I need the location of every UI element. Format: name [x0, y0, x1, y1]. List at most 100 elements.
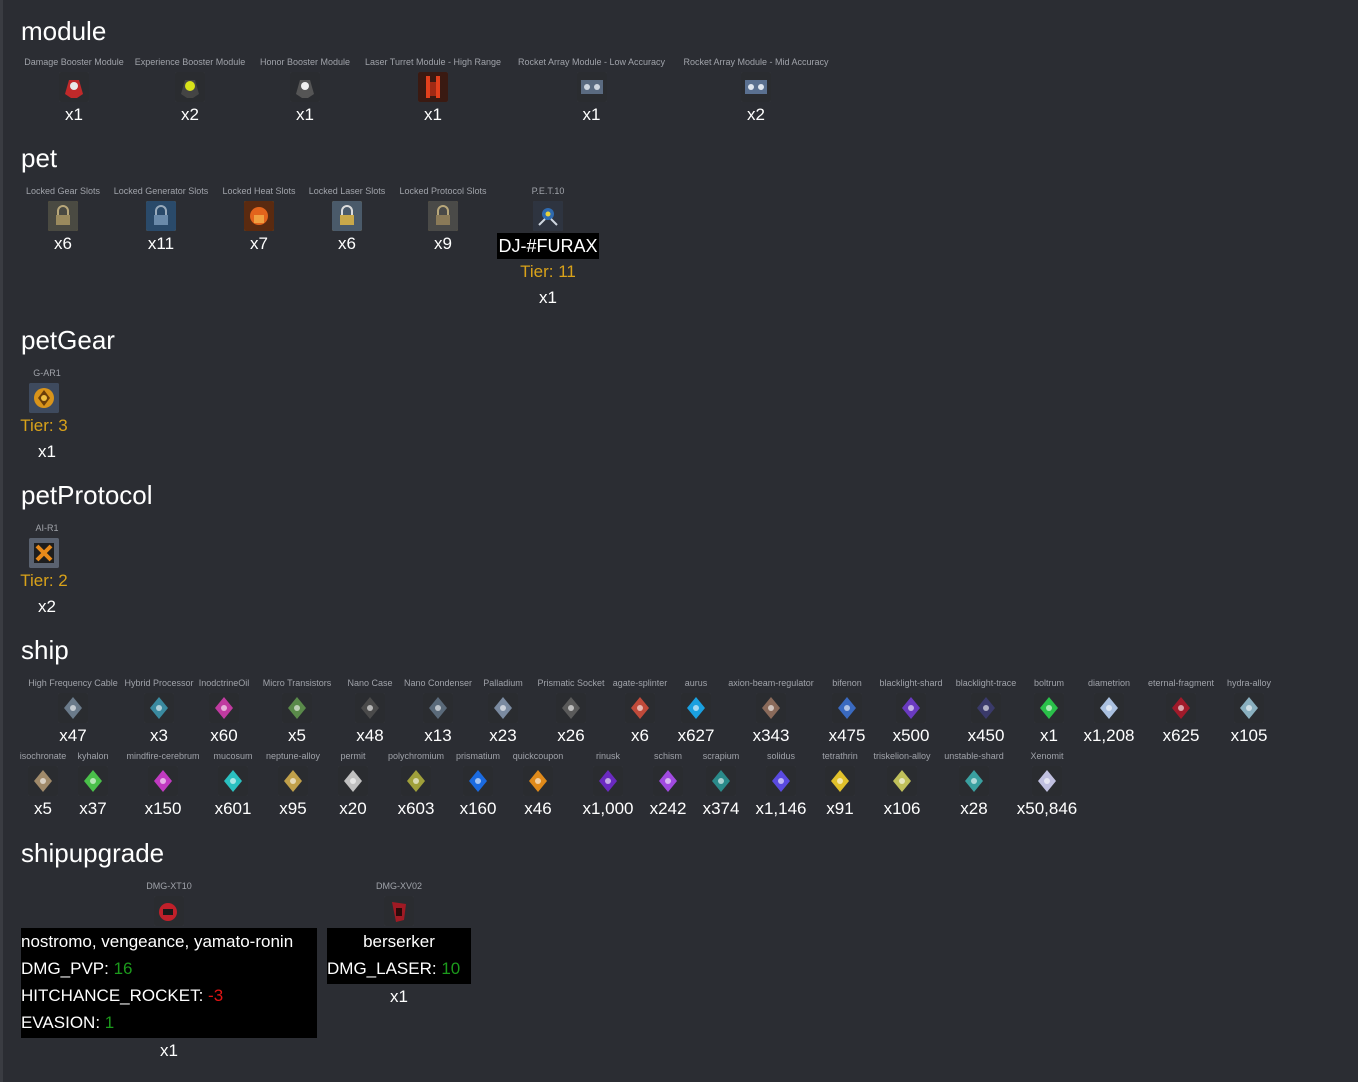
item-name: boltrum: [1033, 678, 1064, 688]
ship-resource-item[interactable]: schism x242: [645, 750, 691, 820]
item-name: aurus: [684, 678, 708, 688]
petgear-row: G-AR1 Tier: 3 x1: [20, 367, 115, 463]
item-qty: x343: [752, 726, 790, 745]
ship-resource-item[interactable]: Xenomit x50,846: [1013, 750, 1081, 820]
lock-icon: [332, 201, 362, 231]
item-name: AI-R1: [35, 523, 59, 533]
ship-resource-item[interactable]: triskelion-alloy x106: [869, 750, 935, 820]
item-experience-booster-module[interactable]: Experience Booster Module x2: [127, 56, 253, 126]
item-name: axion-beam-regulator: [728, 678, 814, 688]
resource-icon: [959, 766, 989, 796]
item-qty: x242: [649, 799, 687, 818]
resource-icon: [218, 766, 248, 796]
item-qty: x1: [539, 288, 557, 307]
ship-resource-item[interactable]: quickcoupon x46: [505, 750, 571, 820]
item-g-ar1[interactable]: G-AR1 Tier: 3 x1: [20, 367, 73, 463]
ship-resource-item[interactable]: kyhalon x37: [65, 750, 121, 820]
ship-resource-item[interactable]: mindfire-cerebrum x150: [121, 750, 205, 820]
resource-icon: [825, 766, 855, 796]
item-ai-r1[interactable]: AI-R1 Tier: 2 x2: [20, 522, 73, 618]
ship-resource-item[interactable]: rinusk x1,000: [571, 750, 645, 820]
item-pet-unit[interactable]: P.E.T.10 DJ-#FURAX Tier: 11 x1: [493, 185, 603, 309]
ship-resource-item[interactable]: blacklight-shard x500: [875, 677, 947, 747]
ship-section: ship High Frequency Cable x47 Hybrid Proce…: [20, 635, 1281, 820]
item-locked-gear-slots[interactable]: Locked Gear Slots x6: [21, 185, 105, 255]
item-honor-booster-module[interactable]: Honor Booster Module x1: [253, 56, 357, 126]
rocket-array-module-icon: [576, 72, 607, 102]
item-qty: x1,146: [755, 799, 807, 818]
item-locked-heat-slots[interactable]: Locked Heat Slots x7: [217, 185, 301, 255]
item-locked-protocol-slots[interactable]: Locked Protocol Slots x9: [393, 185, 493, 255]
item-qty: x106: [883, 799, 921, 818]
item-dmg-xt10[interactable]: DMG-XT10 nostromo, vengeance, yamato-ron…: [21, 880, 317, 1062]
ship-resource-item[interactable]: hydra-alloy x105: [1217, 677, 1281, 747]
ship-resource-item[interactable]: Hybrid Processor x3: [124, 677, 193, 747]
upgrade-chip-icon: [384, 896, 414, 926]
ship-resource-item[interactable]: isochronate x5: [20, 750, 67, 820]
resource-icon: [278, 766, 308, 796]
item-name: rinusk: [595, 751, 620, 761]
pet-row: Locked Gear Slots x6 Locked Generator Sl…: [21, 185, 603, 309]
item-name: permit: [340, 751, 366, 761]
ship-resource-item[interactable]: axion-beam-regulator x343: [723, 677, 819, 747]
ship-resource-item[interactable]: tetrathrin x91: [811, 750, 869, 820]
ship-resource-item[interactable]: agate-splinter x6: [611, 677, 669, 747]
ship-resource-item[interactable]: mucosum x601: [205, 750, 261, 820]
item-qty: x603: [397, 799, 435, 818]
ship-resource-item[interactable]: eternal-fragment x625: [1145, 677, 1217, 747]
ship-resource-item[interactable]: blacklight-trace x450: [947, 677, 1025, 747]
petgear-section: petGear G-AR1 Tier: 3 x1: [20, 325, 115, 463]
ship-resource-item[interactable]: prismatium x160: [451, 750, 505, 820]
item-qty: x2: [181, 105, 199, 124]
resource-icon: [148, 766, 178, 796]
laser-turret-module-icon: [418, 72, 448, 102]
item-qty: x625: [1162, 726, 1200, 745]
ship-resource-item[interactable]: polychromium x603: [381, 750, 451, 820]
resource-icon: [338, 766, 368, 796]
ship-resource-item[interactable]: Palladium x23: [475, 677, 531, 747]
item-rocket-array-module-mid[interactable]: Rocket Array Module - Mid Accuracy x2: [674, 56, 838, 126]
ship-resource-item[interactable]: Micro Transistors x5: [255, 677, 339, 747]
item-name: Nano Condenser: [403, 678, 473, 688]
item-rocket-array-module-low[interactable]: Rocket Array Module - Low Accuracy x1: [509, 56, 674, 126]
resource-icon: [1094, 693, 1124, 723]
ship-resource-item[interactable]: unstable-shard x28: [935, 750, 1013, 820]
item-qty: x450: [967, 726, 1005, 745]
ship-resource-item[interactable]: High Frequency Cable x47: [21, 677, 125, 747]
item-locked-generator-slots[interactable]: Locked Generator Slots x11: [105, 185, 217, 255]
item-locked-laser-slots[interactable]: Locked Laser Slots x6: [301, 185, 393, 255]
ship-resource-item[interactable]: boltrum x1: [1025, 677, 1073, 747]
resource-icon: [523, 766, 553, 796]
item-name: bifenon: [832, 678, 862, 688]
stat-value: -3: [208, 986, 224, 1005]
item-name: mindfire-cerebrum: [126, 751, 200, 761]
ship-resource-item[interactable]: permit x20: [325, 750, 381, 820]
section-title-shipupgrade: shipupgrade: [21, 838, 165, 868]
ship-resource-item[interactable]: aurus x627: [669, 677, 723, 747]
item-name: DMG-XT10: [146, 881, 192, 891]
ship-resource-item[interactable]: InodctrineOil x60: [193, 677, 255, 747]
stat-value: 16: [113, 959, 133, 978]
item-qty: x1: [38, 442, 56, 461]
item-qty: x6: [54, 234, 72, 253]
ship-resource-item[interactable]: scrapium x374: [691, 750, 751, 820]
item-name: schism: [653, 751, 682, 761]
ship-resource-item[interactable]: neptune-alloy x95: [261, 750, 325, 820]
resource-icon: [282, 693, 312, 723]
item-laser-turret-module[interactable]: Laser Turret Module - High Range x1: [357, 56, 509, 126]
section-title-petprotocol: petProtocol: [21, 480, 153, 510]
item-dmg-xv02[interactable]: DMG-XV02 berserker DMG_LASER: 10 x1: [327, 880, 471, 1008]
ship-resource-item[interactable]: Prismatic Socket x26: [531, 677, 611, 747]
ship-resource-item[interactable]: bifenon x475: [819, 677, 875, 747]
ship-resource-item[interactable]: solidus x1,146: [751, 750, 811, 820]
item-damage-booster-module[interactable]: Damage Booster Module x1: [21, 56, 127, 126]
item-qty: x1: [1040, 726, 1058, 745]
ship-resource-item[interactable]: Nano Condenser x13: [401, 677, 475, 747]
item-name: Palladium: [483, 678, 523, 688]
item-qty: x1: [582, 105, 601, 124]
stat-key: EVASION:: [21, 1013, 105, 1032]
petprotocol-row: AI-R1 Tier: 2 x2: [20, 522, 153, 618]
ship-resource-item[interactable]: diametrion x1,208: [1073, 677, 1145, 747]
resource-icon: [681, 693, 711, 723]
ship-resource-item[interactable]: Nano Case x48: [339, 677, 401, 747]
